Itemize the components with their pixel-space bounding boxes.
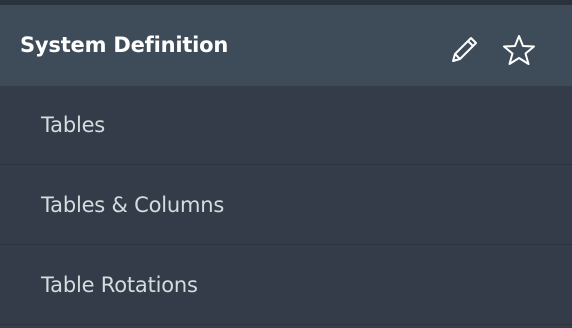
menu-item-tables-and-columns[interactable]: Tables & Columns xyxy=(0,166,572,245)
section-header-system-definition[interactable]: System Definition xyxy=(0,5,572,86)
menu-item-label: Tables & Columns xyxy=(41,193,225,217)
pencil-icon xyxy=(452,37,477,62)
menu-item-tables[interactable]: Tables xyxy=(0,86,572,165)
section-title: System Definition xyxy=(20,33,229,57)
edit-module-button[interactable] xyxy=(446,32,482,68)
star-icon xyxy=(503,35,535,65)
menu-item-table-rotations[interactable]: Table Rotations xyxy=(0,246,572,325)
menu-item-label: Table Rotations xyxy=(41,273,198,297)
application-navigator: System Definition Tables Tables & Column… xyxy=(0,0,572,328)
favorite-button[interactable] xyxy=(501,32,537,68)
menu-item-label: Tables xyxy=(41,113,106,137)
